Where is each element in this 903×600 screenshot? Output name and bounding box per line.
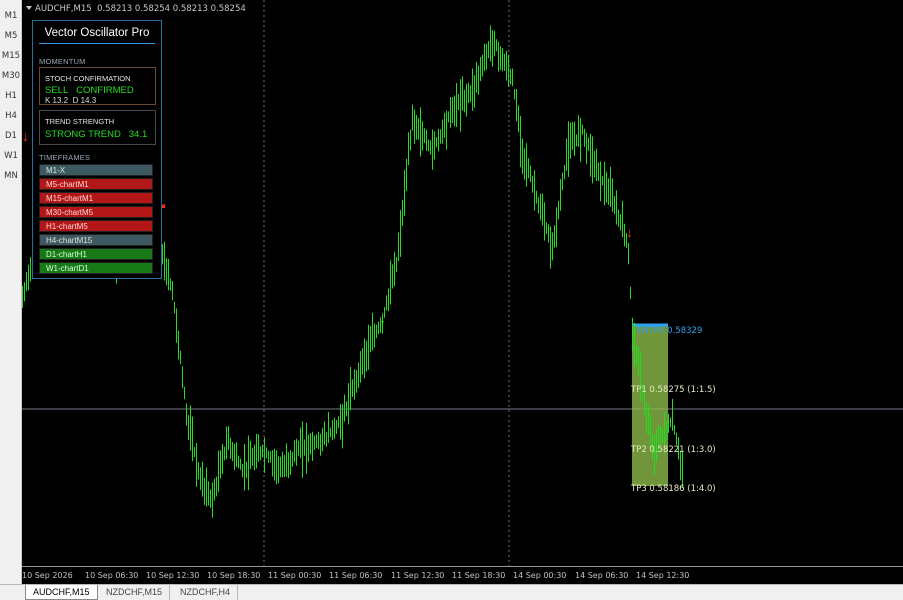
time-axis-label: 10 Sep 06:30 — [85, 571, 139, 580]
tf-row-d1[interactable]: D1-chartH1 — [39, 248, 153, 260]
tf-row-m15[interactable]: M15-chartM1 — [39, 192, 153, 204]
time-axis-label: 14 Sep 06:30 — [575, 571, 629, 580]
time-axis-label: 11 Sep 12:30 — [391, 571, 445, 580]
tf-row-w1[interactable]: W1-chartD1 — [39, 262, 153, 274]
chart-symbol-header: AUDCHF,M15 0.58213 0.58254 0.58213 0.582… — [26, 4, 246, 14]
tp1-level-label: TP1 0.58275 (1:1.5) — [631, 385, 716, 395]
price-chart[interactable]: AUDCHF,M15 0.58213 0.58254 0.58213 0.582… — [22, 0, 903, 584]
dropdown-triangle-icon — [26, 6, 32, 10]
stoch-d-value: D 14.3 — [72, 96, 97, 105]
timeframe-h1-button[interactable]: H1 — [0, 86, 22, 106]
tab-audchf-m15[interactable]: AUDCHF,M15 — [25, 585, 98, 600]
trading-terminal: M1 M5 M15 M30 H1 H4 D1 W1 MN AUDCHF,M15 … — [0, 0, 903, 600]
sell-arrow-icon: ↓ — [626, 224, 633, 240]
timeframe-toolbar: M1 M5 M15 M30 H1 H4 D1 W1 MN — [0, 0, 22, 584]
tp2-level-label: TP2 0.58221 (1:3.0) — [631, 445, 716, 455]
trend-value: 34.1 — [128, 129, 148, 140]
stoch-values: K 13.2 D 14.3 — [45, 96, 96, 105]
tab-nzdchf-m15[interactable]: NZDCHF,M15 — [99, 585, 171, 600]
timeframe-m30-button[interactable]: M30 — [0, 66, 22, 86]
stoch-heading: STOCH CONFIRMATION — [45, 74, 131, 83]
indicator-panel: Vector Oscillator Pro MOMENTUM STOCH CON… — [32, 20, 162, 279]
stoch-signal-line: SELL CONFIRMED — [45, 85, 134, 96]
time-axis-label: 11 Sep 18:30 — [452, 571, 506, 580]
time-axis-label: 10 Sep 12:30 — [146, 571, 200, 580]
take-profit-zone — [632, 326, 668, 486]
chart-tabs: AUDCHF,M15 NZDCHF,M15 NZDCHF,H4 — [0, 584, 903, 600]
timeframe-m1-button[interactable]: M1 — [0, 6, 22, 26]
tf-row-m1[interactable]: M1-X — [39, 164, 153, 176]
time-axis-label: 14 Sep 00:30 — [513, 571, 567, 580]
momentum-section-label: MOMENTUM — [39, 57, 86, 66]
time-axis-label: 14 Sep 12:30 — [636, 571, 690, 580]
tf-row-m5[interactable]: M5-chartM1 — [39, 178, 153, 190]
timeframes-section-label: TIMEFRAMES — [39, 153, 91, 162]
time-axis: 10 Sep 2026 10 Sep 06:30 10 Sep 12:30 10… — [22, 566, 903, 584]
time-axis-label: 11 Sep 06:30 — [329, 571, 383, 580]
stoch-signal: SELL — [45, 85, 69, 96]
timeframe-m5-button[interactable]: M5 — [0, 26, 22, 46]
stoch-confirmation-box: STOCH CONFIRMATION SELL CONFIRMED K 13.2… — [39, 67, 156, 105]
timeframe-mn-button[interactable]: MN — [0, 166, 22, 186]
tp3-level-label: TP3 0.58186 (1:4.0) — [631, 484, 716, 494]
time-axis-label: 11 Sep 00:30 — [268, 571, 322, 580]
entry-level-label: ENTRY 0.58329 — [637, 326, 703, 336]
trend-strength-box: TREND STRENGTH STRONG TREND 34.1 — [39, 110, 156, 145]
trend-status-line: STRONG TREND 34.1 — [45, 129, 147, 140]
time-axis-label: 10 Sep 18:30 — [207, 571, 261, 580]
tf-row-m30[interactable]: M30-chartM5 — [39, 206, 153, 218]
timeframe-d1-button[interactable]: D1 — [0, 126, 22, 146]
tab-nzdchf-h4[interactable]: NZDCHF,H4 — [173, 585, 239, 600]
tf-row-h4[interactable]: H4-chartM15 — [39, 234, 153, 246]
trend-heading: TREND STRENGTH — [45, 117, 115, 126]
symbol-name: AUDCHF,M15 — [35, 4, 92, 14]
stoch-k-value: K 13.2 — [45, 96, 69, 105]
stoch-status: CONFIRMED — [76, 85, 134, 96]
timeframe-w1-button[interactable]: W1 — [0, 146, 22, 166]
timeframe-h4-button[interactable]: H4 — [0, 106, 22, 126]
buy-arrow-icon: ↑ — [379, 315, 386, 331]
trend-status: STRONG TREND — [45, 129, 121, 140]
time-axis-label: 10 Sep 2026 — [22, 571, 73, 580]
timeframe-m15-button[interactable]: M15 — [0, 46, 22, 66]
panel-title: Vector Oscillator Pro — [39, 27, 155, 44]
sell-arrow-icon: ↓ — [22, 128, 29, 144]
ohlc-prices: 0.58213 0.58254 0.58213 0.58254 — [97, 4, 246, 14]
tf-row-h1[interactable]: H1-chartM5 — [39, 220, 153, 232]
